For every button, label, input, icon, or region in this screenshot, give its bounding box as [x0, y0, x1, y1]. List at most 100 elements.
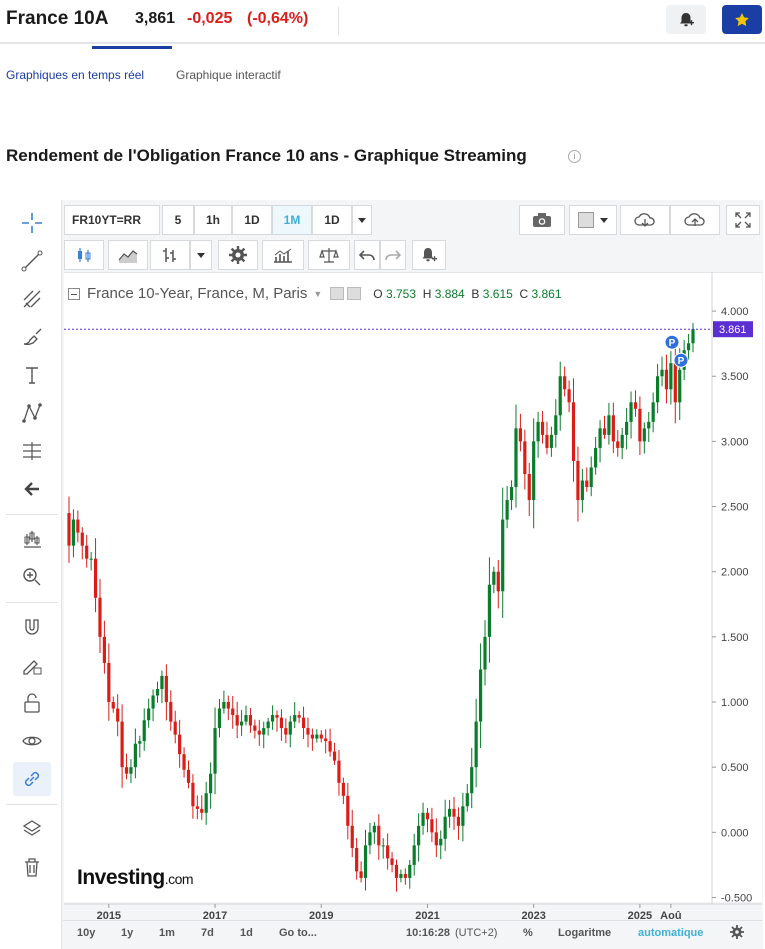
log-scale-button[interactable]: Logaritme [558, 927, 611, 939]
pitchfork-tool[interactable] [13, 282, 51, 316]
sync-drawings-tool[interactable] [13, 762, 51, 796]
chart-type-candles-button[interactable] [64, 240, 104, 270]
candle-body [80, 532, 84, 546]
camera-icon [533, 213, 551, 227]
zoom-tool[interactable] [13, 560, 51, 594]
visibility-tool[interactable] [13, 724, 51, 758]
load-chart-button[interactable] [620, 205, 670, 235]
auto-scale-button[interactable]: automatique [638, 927, 703, 939]
instrument-header: France 10A 3,861 -0,025 (-0,64%) [0, 0, 765, 44]
indicators-button[interactable] [262, 240, 304, 270]
timezone-label[interactable]: (UTC+2) [455, 927, 497, 939]
brush-tool[interactable] [13, 320, 51, 354]
chart-type-area-button[interactable] [108, 240, 148, 270]
candle-body [620, 434, 624, 448]
legend-collapse-icon[interactable] [68, 287, 80, 300]
candle-body [120, 721, 124, 768]
trendline-tool[interactable] [13, 244, 51, 278]
high-value: 3.884 [434, 286, 465, 301]
percent-scale-button[interactable]: % [523, 927, 533, 939]
save-chart-button[interactable] [670, 205, 720, 235]
candle-body [275, 715, 279, 718]
candle-body [549, 434, 553, 448]
active-tab-indicator [92, 46, 172, 49]
candle-body [386, 845, 390, 859]
price-chart[interactable]: 4.000 3.500 3.000 2.500 2.000 1.500 1.000 0.500… [64, 272, 762, 922]
chart-container: FR10YT=RR 5 1h 1D 1M 1D 4.000 3.500 3.000 2… [61, 200, 763, 949]
candle-body [421, 812, 425, 826]
candle-body [461, 806, 465, 826]
candle-body [514, 428, 518, 488]
delete-drawings-tool[interactable] [13, 850, 51, 884]
settings-toggle-icon[interactable] [347, 287, 362, 300]
chart-type-dropdown-button[interactable] [190, 240, 212, 270]
interval-1d-button[interactable]: 1D [232, 205, 272, 235]
candle-body [138, 741, 142, 744]
candle-body [505, 500, 509, 520]
range-10y-button[interactable]: 10y [77, 927, 95, 939]
snapshot-button[interactable] [519, 205, 565, 235]
candle-body [616, 441, 620, 448]
eye-toggle-icon[interactable] [330, 287, 345, 300]
measure-tool[interactable] [13, 434, 51, 468]
compare-button[interactable] [308, 240, 350, 270]
hide-toolbar-button[interactable] [13, 472, 51, 506]
chart-settings-button[interactable] [218, 240, 258, 270]
indicator-tool[interactable] [13, 522, 51, 556]
range-1y-button[interactable]: 1y [121, 927, 133, 939]
bottom-settings-button[interactable] [730, 925, 744, 942]
color-picker-button[interactable] [569, 205, 617, 235]
undo-button[interactable] [354, 240, 380, 270]
chart-type-bars-button[interactable] [150, 240, 190, 270]
y-tick-label: 3.500 [721, 371, 749, 383]
range-1d-button[interactable]: 1d [240, 927, 253, 939]
tool-divider [6, 804, 58, 805]
interval-1d-alt-button[interactable]: 1D [312, 205, 352, 235]
candle-body [124, 767, 129, 774]
candle-body [496, 571, 500, 592]
candle-body [399, 874, 403, 878]
ohlc-values: O 3.753 H 3.884 B 3.615 C 3.861 [373, 286, 562, 301]
object-tree-tool[interactable] [13, 812, 51, 846]
y-tick-label: 0.000 [721, 827, 749, 839]
candle-body [580, 480, 584, 501]
brush-icon [23, 328, 42, 346]
range-7d-button[interactable]: 7d [201, 927, 214, 939]
interval-1m-button[interactable]: 1M [272, 205, 312, 235]
goto-date-button[interactable]: Go to... [279, 927, 317, 939]
lock-drawings-tool[interactable] [13, 648, 51, 682]
candle-body [487, 584, 492, 637]
tab-interactive-chart[interactable]: Graphique interactif [176, 68, 281, 82]
range-1m-button[interactable]: 1m [159, 927, 175, 939]
candle-body [204, 793, 208, 813]
candle-body [673, 363, 677, 403]
candle-body [377, 825, 381, 846]
interval-1h-button[interactable]: 1h [194, 205, 232, 235]
info-icon[interactable]: i [568, 150, 581, 163]
redo-button[interactable] [380, 240, 406, 270]
magnet-tool[interactable] [13, 610, 51, 644]
fullscreen-button[interactable] [726, 205, 760, 235]
pattern-tool[interactable] [13, 396, 51, 430]
candle-body [160, 675, 164, 689]
symbol-search-input[interactable]: FR10YT=RR [64, 205, 160, 235]
candle-body [231, 708, 235, 716]
watchlist-button[interactable] [722, 5, 762, 34]
candle-body [217, 708, 222, 729]
tab-realtime-charts[interactable]: Graphiques en temps réel [6, 68, 144, 82]
add-alert-button[interactable] [666, 5, 706, 34]
candle-body [182, 754, 186, 770]
interval-dropdown-button[interactable] [352, 205, 372, 235]
unlock-tool[interactable] [13, 686, 51, 720]
candle-body [173, 721, 177, 735]
create-alert-button[interactable] [412, 240, 446, 270]
tool-divider [6, 602, 58, 603]
candle-body [257, 730, 261, 735]
text-tool[interactable] [13, 358, 51, 392]
candle-body [102, 636, 107, 663]
interval-5-button[interactable]: 5 [162, 205, 194, 235]
chevron-down-icon[interactable]: ▼ [313, 289, 322, 299]
bell-plus-icon [680, 12, 694, 26]
candle-body [447, 808, 452, 817]
crosshair-tool[interactable] [13, 206, 51, 240]
